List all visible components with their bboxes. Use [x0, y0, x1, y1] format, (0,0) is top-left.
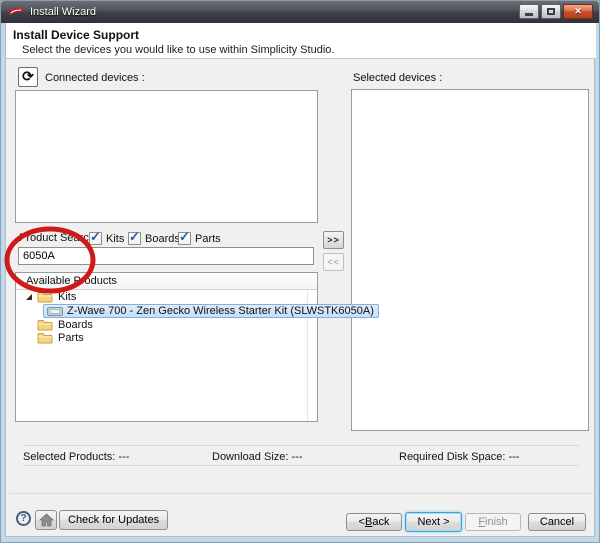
- checkbox-kits-box[interactable]: ✓: [89, 232, 102, 245]
- home-icon: [39, 513, 54, 527]
- available-products-header[interactable]: Available Products: [16, 273, 317, 290]
- status-value: ---: [118, 451, 129, 463]
- tree-item-label[interactable]: Z-Wave 700 - Zen Gecko Wireless Starter …: [67, 305, 374, 317]
- status-label: Selected Products:: [23, 451, 115, 463]
- tree-item-label[interactable]: Kits: [58, 291, 76, 303]
- refresh-icon: ⟳: [22, 69, 34, 83]
- filter-checkbox-boards[interactable]: ✓ Boards: [128, 232, 180, 245]
- tree-item-label[interactable]: Boards: [58, 319, 93, 331]
- expand-arrow-icon[interactable]: [26, 294, 32, 300]
- help-button[interactable]: ?: [16, 511, 31, 526]
- selected-devices-list[interactable]: [351, 89, 589, 431]
- check-icon: ✓: [129, 229, 140, 245]
- status-separator-top: [23, 445, 579, 446]
- product-search-input[interactable]: [18, 247, 314, 265]
- refresh-devices-button[interactable]: ⟳: [18, 67, 38, 87]
- available-products-panel[interactable]: Available Products Kits Z-Wave 700 - Zen…: [15, 272, 318, 422]
- tree-item-zwave-kit[interactable]: Z-Wave 700 - Zen Gecko Wireless Starter …: [16, 304, 315, 318]
- maximize-button[interactable]: [541, 4, 561, 19]
- page-subtitle: Select the devices you would like to use…: [22, 44, 334, 56]
- check-icon: ✓: [179, 229, 190, 245]
- silabs-logo-icon: [8, 7, 25, 17]
- window-title: Install Wizard: [30, 6, 96, 18]
- filter-checkbox-parts[interactable]: ✓ Parts: [178, 232, 221, 245]
- status-value: ---: [508, 451, 519, 463]
- connected-devices-label: Connected devices :: [45, 72, 145, 84]
- help-icon: ?: [20, 513, 26, 524]
- footer-separator: [9, 493, 593, 494]
- close-button[interactable]: ✕: [563, 4, 593, 19]
- connected-devices-list[interactable]: [15, 90, 318, 223]
- home-button[interactable]: [35, 510, 57, 530]
- checkbox-boards-label: Boards: [145, 233, 180, 245]
- selected-tree-item[interactable]: Z-Wave 700 - Zen Gecko Wireless Starter …: [43, 304, 379, 318]
- kit-board-icon: [47, 307, 63, 316]
- checkbox-boards-box[interactable]: ✓: [128, 232, 141, 245]
- finish-label: F: [478, 516, 485, 528]
- wizard-header: Install Device Support Select the device…: [6, 23, 596, 59]
- checkbox-parts-box[interactable]: ✓: [178, 232, 191, 245]
- tree-item-kits[interactable]: Kits: [16, 290, 315, 304]
- tree-item-label[interactable]: Parts: [58, 332, 84, 344]
- page-title: Install Device Support: [13, 28, 139, 42]
- status-label: Required Disk Space:: [399, 451, 505, 463]
- tree-item-parts[interactable]: Parts: [16, 331, 315, 345]
- available-products-header-label: Available Products: [26, 275, 117, 287]
- folder-icon: [37, 319, 53, 331]
- cancel-button[interactable]: Cancel: [528, 513, 586, 531]
- status-separator-bottom: [23, 465, 579, 466]
- selected-devices-label: Selected devices :: [353, 72, 442, 84]
- remove-device-button: <<: [323, 253, 344, 271]
- tree-item-boards[interactable]: Boards: [16, 318, 315, 332]
- minimize-button[interactable]: [519, 4, 539, 19]
- install-wizard-window: Install Wizard ✕ Install Device Support …: [0, 0, 600, 543]
- next-button[interactable]: Next >: [405, 512, 462, 532]
- filter-checkbox-kits[interactable]: ✓ Kits: [89, 232, 124, 245]
- folder-icon: [37, 332, 53, 344]
- checkbox-kits-label: Kits: [106, 233, 124, 245]
- product-search-label: Product Search:: [19, 232, 98, 244]
- checkbox-parts-label: Parts: [195, 233, 221, 245]
- status-label: Download Size:: [212, 451, 288, 463]
- check-for-updates-button[interactable]: Check for Updates: [59, 510, 168, 530]
- folder-icon: [37, 291, 53, 303]
- check-icon: ✓: [90, 229, 101, 245]
- status-value: ---: [292, 451, 303, 463]
- status-selected-products: Selected Products: ---: [23, 451, 129, 463]
- status-download-size: Download Size: ---: [212, 451, 303, 463]
- status-required-disk-space: Required Disk Space: ---: [399, 451, 519, 463]
- finish-button: Finish: [465, 513, 521, 531]
- title-bar[interactable]: Install Wizard ✕: [1, 1, 599, 23]
- back-button[interactable]: < Back: [346, 513, 402, 531]
- add-device-button[interactable]: >>: [323, 231, 344, 249]
- close-icon: ✕: [574, 7, 582, 16]
